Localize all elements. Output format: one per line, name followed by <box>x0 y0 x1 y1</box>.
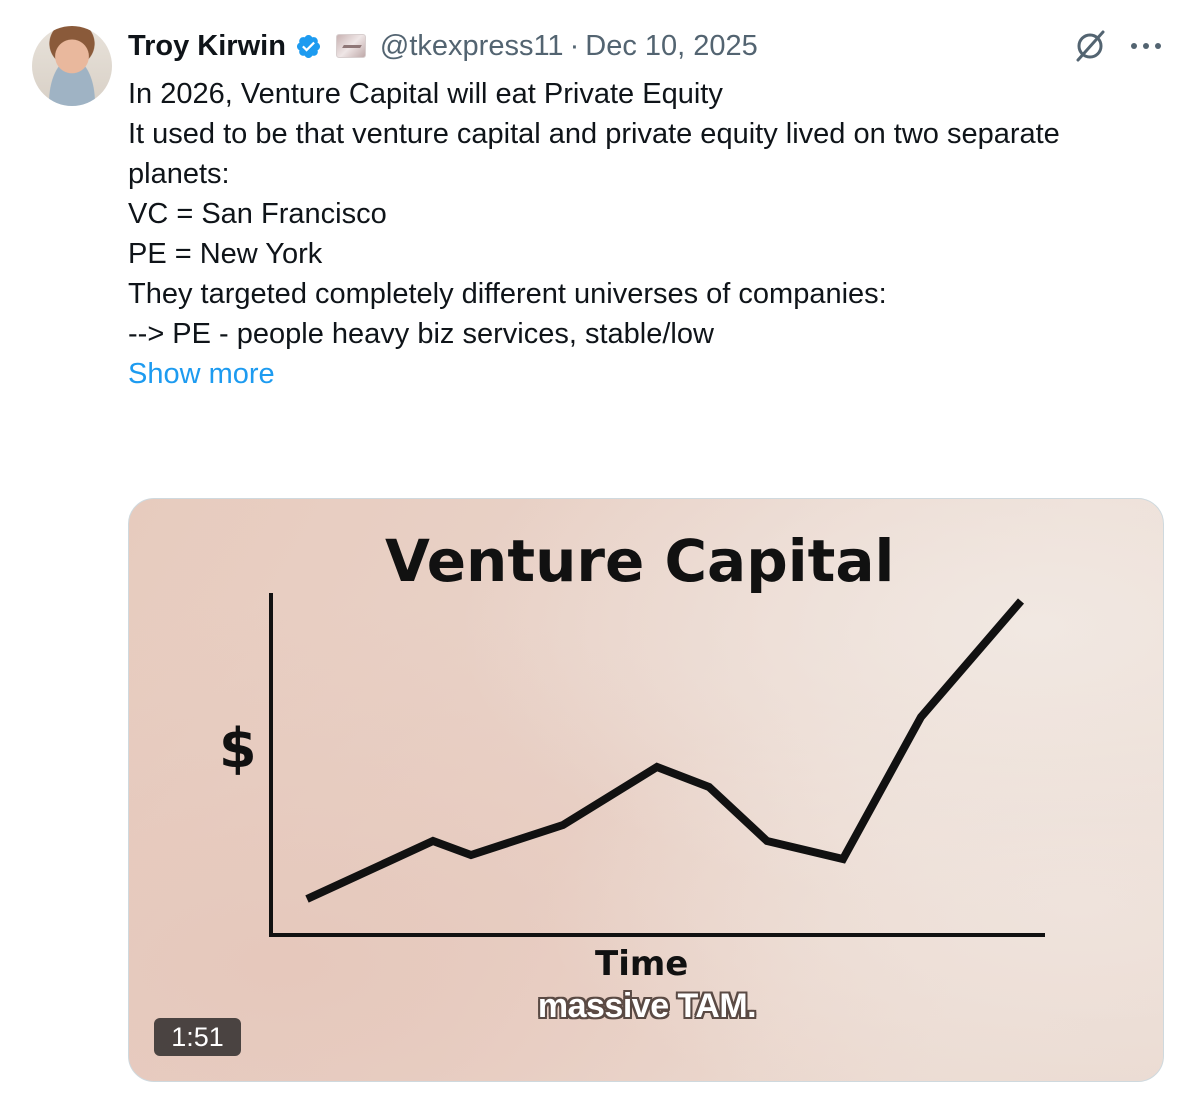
more-dot-icon <box>1155 43 1161 49</box>
tweet-line: --> PE - people heavy biz services, stab… <box>128 318 714 350</box>
more-dot-icon <box>1143 43 1149 49</box>
author-name[interactable]: Troy Kirwin <box>128 30 286 63</box>
y-axis-label: $ <box>219 717 257 780</box>
tweet-line: planets: <box>128 158 230 190</box>
tweet-line: It used to be that venture capital and p… <box>128 118 1060 150</box>
separator-dot: · <box>569 29 580 62</box>
chart-line <box>305 598 1025 903</box>
x-axis-label: Time <box>595 944 688 984</box>
tweet-line: They targeted completely different unive… <box>128 278 887 310</box>
tweet-line: In 2026, Venture Capital will eat Privat… <box>128 78 723 110</box>
affiliate-logo-icon[interactable] <box>335 34 366 58</box>
verified-badge-icon[interactable] <box>295 33 322 60</box>
tweet-text: In 2026, Venture Capital will eat Privat… <box>128 74 1158 394</box>
tweet-line: PE = New York <box>128 238 323 270</box>
grok-icon[interactable] <box>1072 28 1108 64</box>
more-options-icon[interactable] <box>1128 32 1164 60</box>
tweet-line: VC = San Francisco <box>128 198 387 230</box>
video-caption: massive TAM. <box>537 987 757 1025</box>
show-more-link[interactable]: Show more <box>128 354 1158 394</box>
video-player[interactable]: Venture Capital $ Time massive TAM. 1:51 <box>128 498 1164 1082</box>
tweet-date[interactable]: Dec 10, 2025 <box>585 30 758 63</box>
tweet-header: Troy Kirwin @tkexpress11 · Dec 10, 2025 <box>128 28 758 64</box>
avatar[interactable] <box>32 26 112 106</box>
author-handle[interactable]: @tkexpress11 <box>380 30 564 63</box>
video-duration-badge: 1:51 <box>154 1018 241 1056</box>
more-dot-icon <box>1131 43 1137 49</box>
tweet: Troy Kirwin @tkexpress11 · Dec 10, 2025 … <box>0 0 1192 1100</box>
chart-title: Venture Capital <box>385 527 894 595</box>
